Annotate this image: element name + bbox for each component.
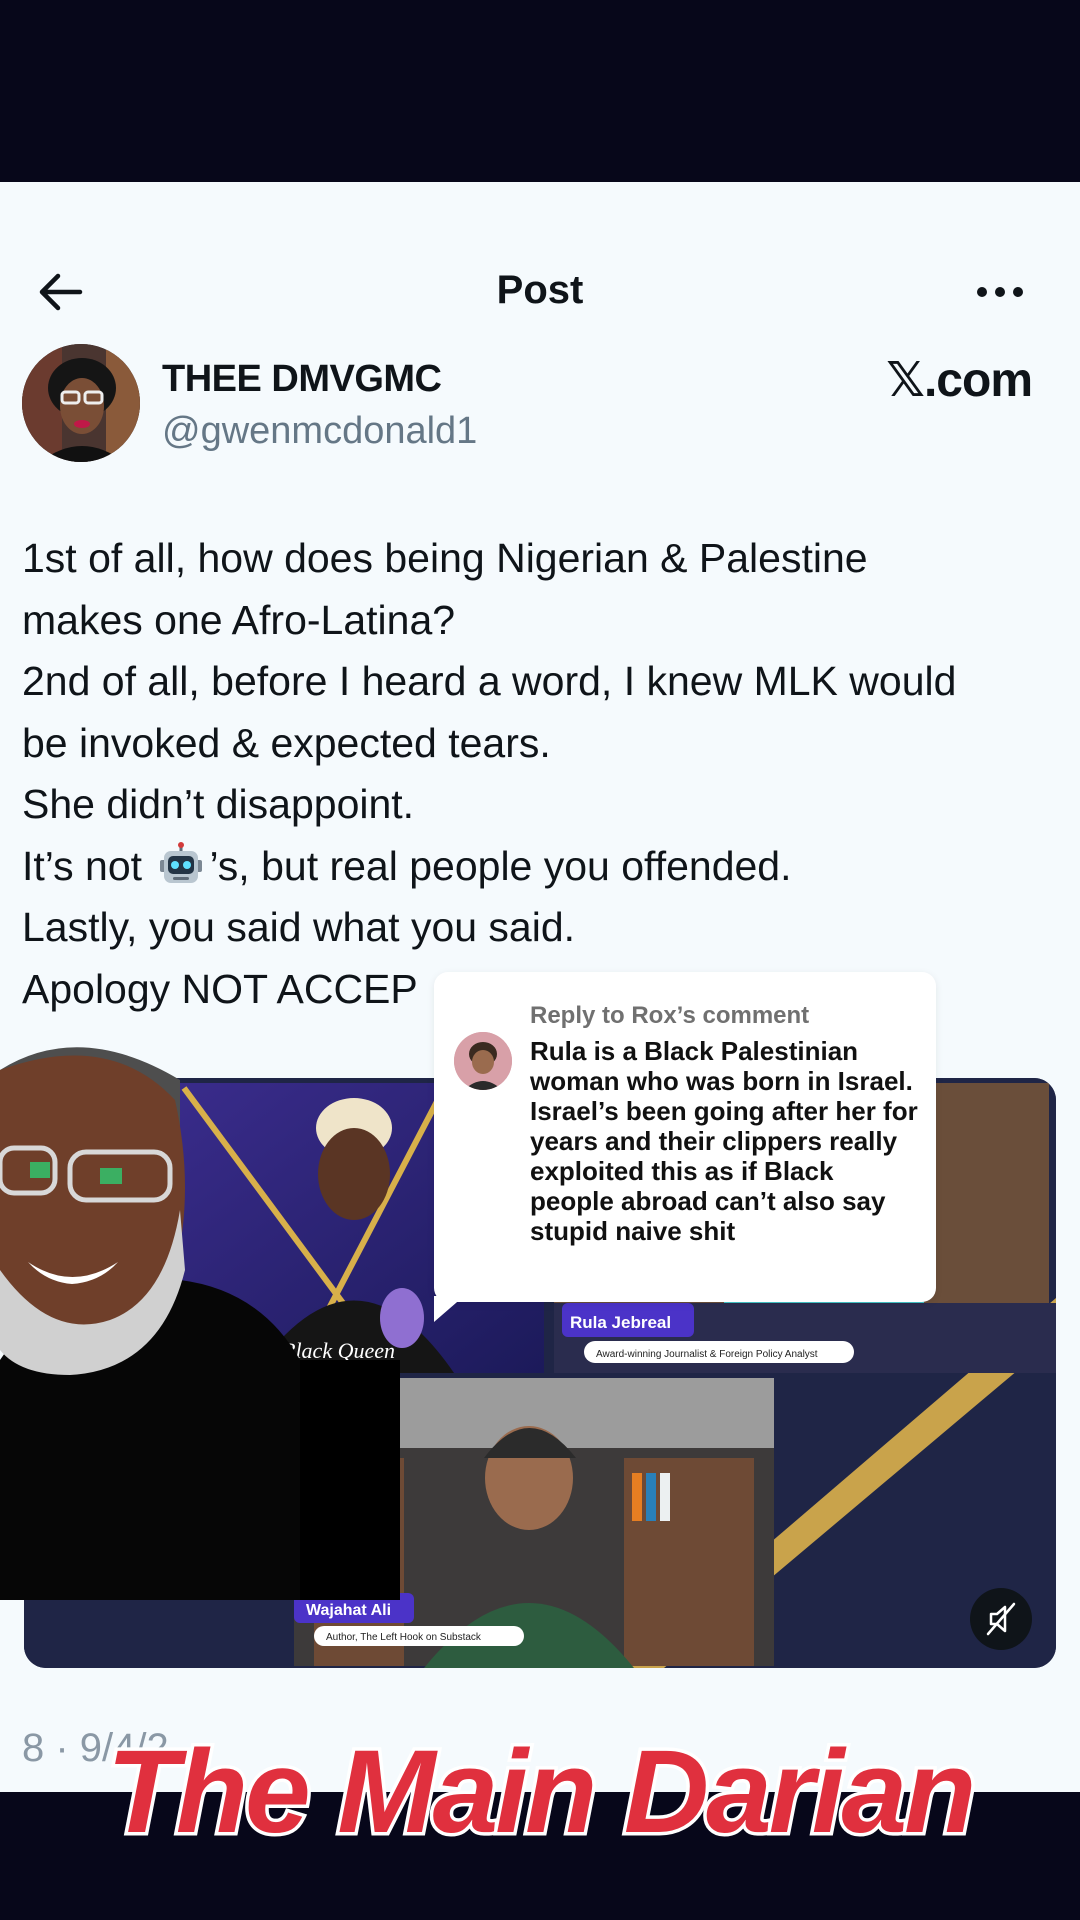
x-brand-label: 𝕏.com [886,354,1033,407]
channel-watermark: The Main Darian [103,1730,979,1860]
author-avatar[interactable] [22,344,140,462]
video-label: Rula Jebreal [570,1313,671,1332]
presenter-overlay [0,1030,410,1600]
robot-face-icon [160,841,203,883]
tweet-line: Lastly, you said what you said. [22,904,576,950]
tweet-line: be invoked & expected tears. [22,719,551,766]
reply-comment-bubble: Reply to Rox’s comment Rula is a Black P… [434,972,936,1302]
author-display-name[interactable]: THEE DMVGMC [162,358,442,401]
page-title: Post [496,268,584,312]
video-label: Wajahat Ali [306,1602,391,1619]
tweet-line: 1st of all, how does being Nigerian & Pa… [22,535,868,581]
tweet-line: It’s not ’s, but real people you offende… [22,836,1062,898]
post-header: Post [0,242,1080,342]
speaker-muted-icon [986,1602,1016,1636]
mute-button[interactable] [970,1588,1032,1650]
tweet-line: She didn’t disappoint. [22,781,415,827]
video-label: Award-winning Journalist & Foreign Polic… [596,1349,818,1360]
commenter-avatar [454,1032,512,1090]
more-horizontal-icon[interactable] [972,264,1028,320]
tweet-text-fragment: ’s, but real people you offended. [209,842,792,889]
reply-header: Reply to Rox’s comment [530,1002,810,1029]
reply-comment-text: Rula is a Black Palestinian woman who wa… [530,1036,918,1246]
video-label: Author, The Left Hook on Substack [326,1632,482,1643]
video-top-letterbox [0,0,1080,182]
tweet-line: 2nd of all, before I heard a word, I kne… [22,658,957,704]
watermark-text: The Main Darian [107,1730,973,1858]
arrow-left-icon[interactable] [36,270,84,314]
reply-bubble-tail [434,1296,464,1322]
tweet-text-fragment: It’s not [22,842,154,889]
author-handle[interactable]: @gwenmcdonald1 [162,410,477,453]
tweet-line: makes one Afro-Latina? [22,596,456,643]
tweet-text: 1st of all, how does being Nigerian & Pa… [22,528,1062,1020]
